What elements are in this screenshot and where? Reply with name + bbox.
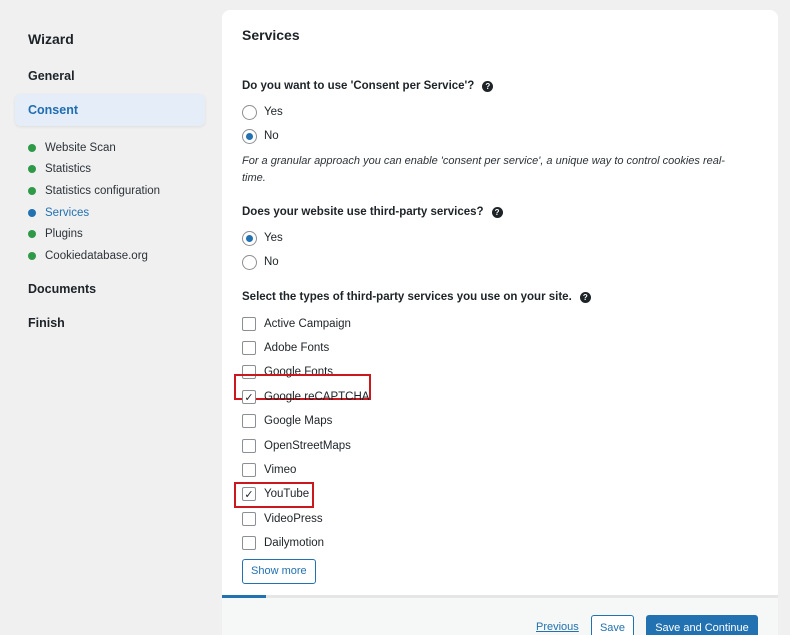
page-title: Services	[242, 27, 300, 43]
checkbox-google-recaptcha[interactable]: ✓ Google reCAPTCHA	[242, 389, 369, 405]
question-service-types: Select the types of third-party services…	[242, 291, 591, 303]
show-more-button[interactable]: Show more	[242, 559, 316, 584]
done-dot-icon	[28, 186, 36, 195]
checkbox-youtube[interactable]: ✓ YouTube	[242, 486, 309, 502]
wizard-sidebar: Wizard General Consent Website Scan Stat…	[0, 0, 215, 635]
radio-button[interactable]	[242, 230, 257, 246]
checkbox[interactable]	[242, 536, 256, 550]
substep-statistics[interactable]: Statistics	[28, 159, 160, 181]
checkbox-videopress[interactable]: VideoPress	[242, 511, 323, 527]
checkbox[interactable]	[242, 414, 256, 428]
checkbox-label: Vimeo	[264, 464, 297, 476]
checkbox-checked[interactable]: ✓	[242, 390, 256, 404]
checkbox-label: Adobe Fonts	[264, 342, 330, 354]
substep-label: Plugins	[45, 228, 83, 241]
radio-label: No	[264, 256, 279, 268]
checkbox-label: OpenStreetMaps	[264, 440, 351, 452]
checkbox[interactable]	[242, 317, 256, 331]
checkbox-label: YouTube	[264, 488, 310, 500]
checkbox-label: Active Campaign	[264, 318, 351, 330]
checkbox-vimeo[interactable]: Vimeo	[242, 462, 296, 478]
question-label: Does your website use third-party servic…	[242, 206, 484, 218]
radio-third-party-yes[interactable]: Yes	[242, 230, 283, 246]
done-dot-icon	[28, 165, 36, 174]
step-consent[interactable]: Consent	[15, 94, 205, 126]
substep-cookiedatabase[interactable]: Cookiedatabase.org	[28, 245, 160, 267]
progress-bar	[222, 595, 266, 598]
active-dot-icon	[28, 208, 36, 217]
save-and-continue-button[interactable]: Save and Continue	[646, 615, 758, 635]
substep-services[interactable]: Services	[28, 202, 160, 224]
checkbox[interactable]	[242, 439, 256, 453]
services-card: Services Do you want to use 'Consent per…	[222, 10, 778, 635]
checkbox-dailymotion[interactable]: Dailymotion	[242, 535, 324, 551]
consent-substeps: Website Scan Statistics Statistics confi…	[28, 137, 160, 267]
done-dot-icon	[28, 230, 36, 239]
done-dot-icon	[28, 251, 36, 260]
question-third-party: Does your website use third-party servic…	[242, 206, 503, 218]
wizard-title: Wizard	[28, 31, 74, 47]
checkbox-label: Dailymotion	[264, 537, 325, 549]
radio-button[interactable]	[242, 254, 257, 270]
step-finish[interactable]: Finish	[28, 316, 65, 330]
checkbox[interactable]	[242, 341, 256, 355]
step-consent-label: Consent	[28, 103, 78, 117]
radio-third-party-no[interactable]: No	[242, 254, 279, 270]
done-dot-icon	[28, 143, 36, 152]
checkbox[interactable]	[242, 463, 256, 477]
help-icon[interactable]: ?	[491, 206, 503, 218]
step-general[interactable]: General	[28, 69, 75, 83]
radio-label: Yes	[264, 232, 283, 244]
checkbox-openstreetmaps[interactable]: OpenStreetMaps	[242, 438, 351, 454]
checkbox-adobe-fonts[interactable]: Adobe Fonts	[242, 340, 329, 356]
radio-label: No	[264, 130, 279, 142]
substep-website-scan[interactable]: Website Scan	[28, 137, 160, 159]
question-label: Select the types of third-party services…	[242, 291, 572, 303]
substep-label: Statistics	[45, 163, 92, 176]
substep-plugins[interactable]: Plugins	[28, 223, 160, 245]
checkbox[interactable]	[242, 512, 256, 526]
checkbox-active-campaign[interactable]: Active Campaign	[242, 316, 351, 332]
radio-button[interactable]	[242, 128, 257, 144]
checkbox-label: Google reCAPTCHA	[264, 391, 370, 403]
question-consent-per-service: Do you want to use 'Consent per Service'…	[242, 80, 494, 92]
substep-label: Cookiedatabase.org	[45, 249, 148, 262]
radio-button[interactable]	[242, 104, 257, 120]
previous-link[interactable]: Previous	[536, 621, 579, 633]
radio-consent-yes[interactable]: Yes	[242, 104, 283, 120]
progress-track	[222, 595, 778, 598]
radio-label: Yes	[264, 106, 283, 118]
step-documents[interactable]: Documents	[28, 282, 96, 296]
help-icon[interactable]: ?	[579, 291, 591, 303]
checkbox-google-maps[interactable]: Google Maps	[242, 413, 332, 429]
question-label: Do you want to use 'Consent per Service'…	[242, 80, 475, 92]
consent-note: For a granular approach you can enable '…	[242, 155, 725, 184]
substep-label: Services	[45, 206, 90, 219]
help-icon[interactable]: ?	[482, 80, 494, 92]
checkbox-checked[interactable]: ✓	[242, 487, 256, 501]
substep-label: Website Scan	[45, 141, 116, 154]
substep-label: Statistics configuration	[45, 184, 161, 197]
radio-consent-no[interactable]: No	[242, 128, 279, 144]
checkbox-label: VideoPress	[264, 513, 323, 525]
checkbox-label: Google Maps	[264, 415, 333, 427]
substep-statistics-configuration[interactable]: Statistics configuration	[28, 180, 160, 202]
save-button[interactable]: Save	[591, 615, 634, 635]
